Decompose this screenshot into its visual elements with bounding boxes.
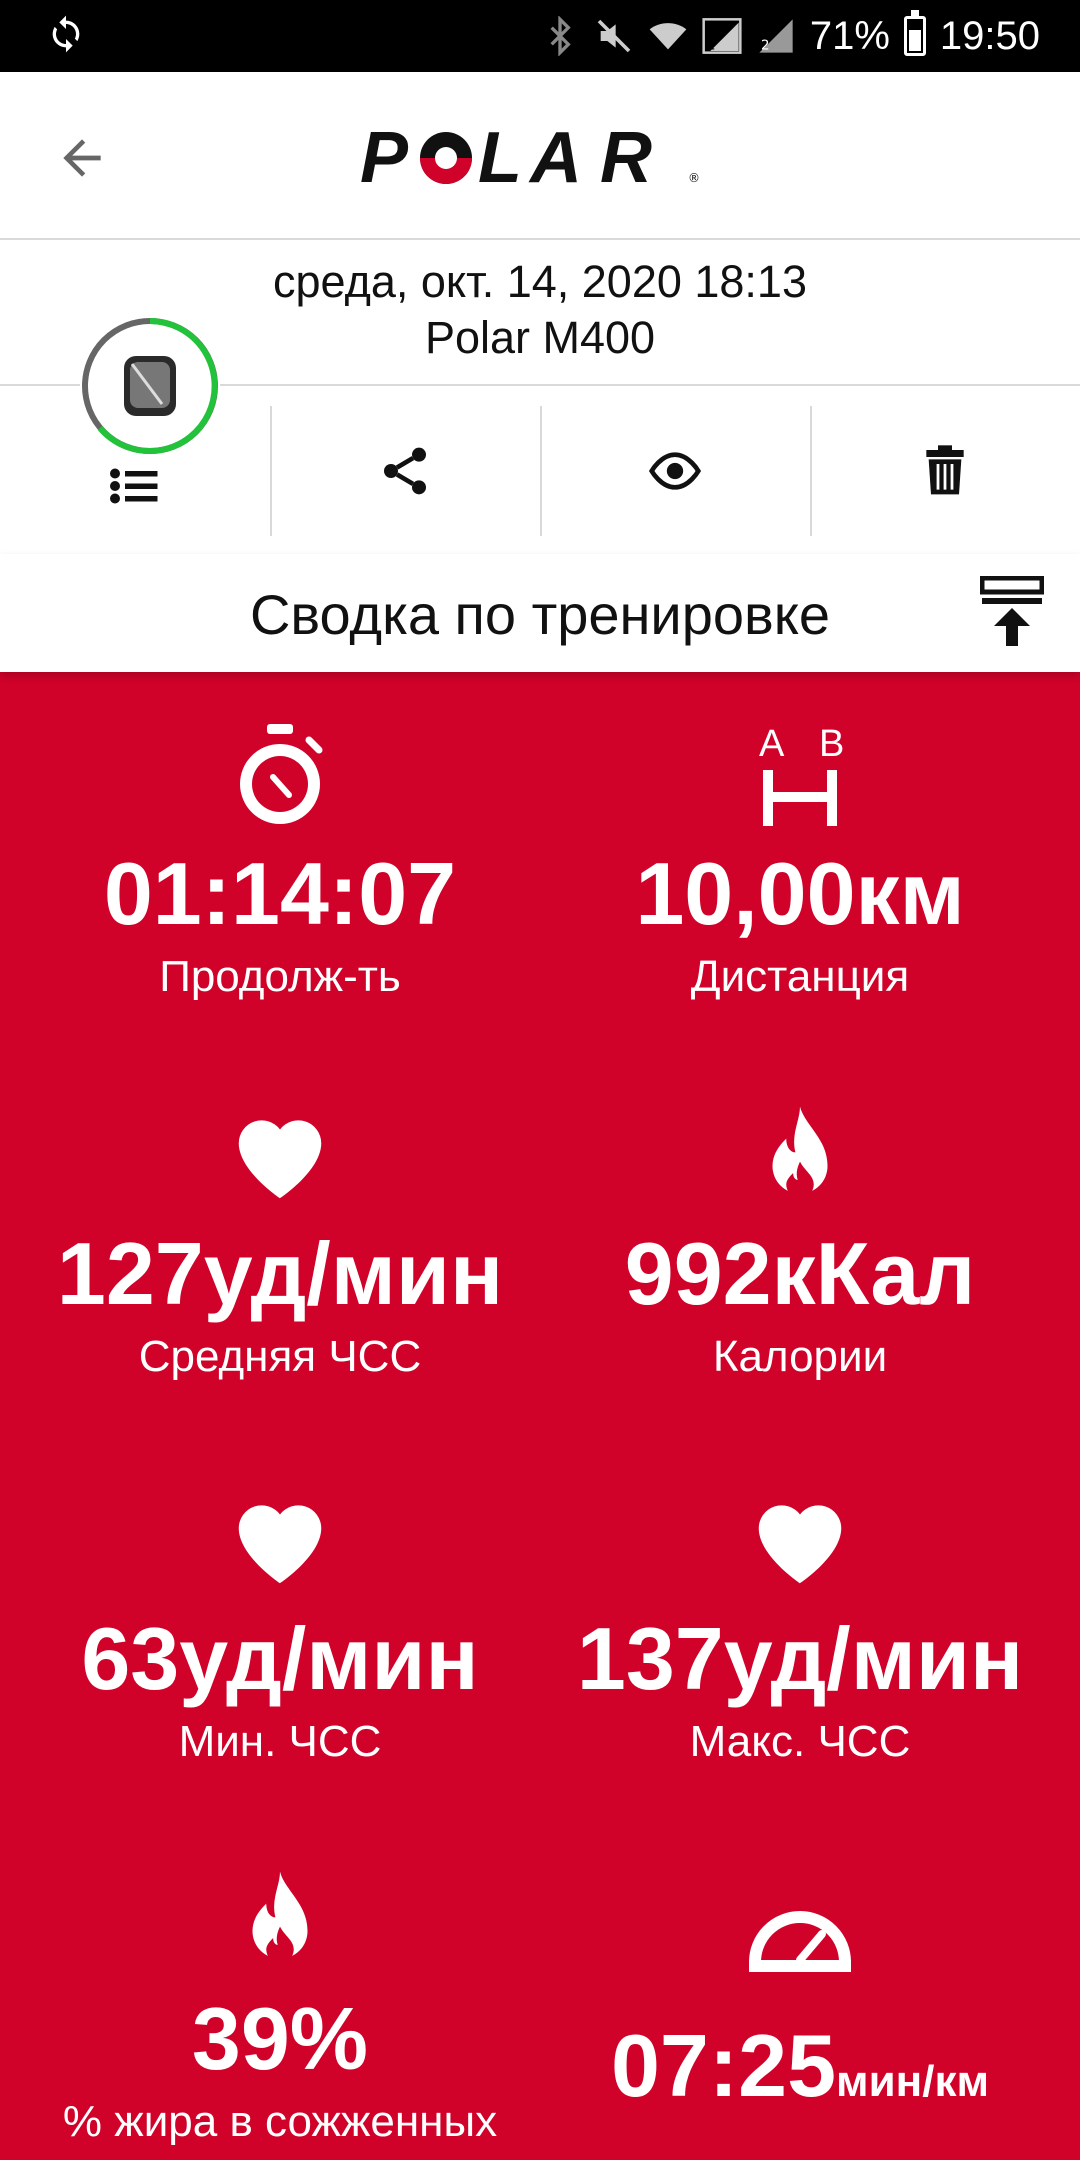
- summary-header: Сводка по тренировке: [0, 554, 1080, 672]
- watch-icon: [124, 356, 176, 416]
- stat-duration: 01:14:07 Продолж-ть: [10, 722, 550, 1002]
- stat-avg-hr: 127уд/мин Средняя ЧСС: [10, 1102, 550, 1382]
- mute-icon: [597, 19, 631, 53]
- flame-icon: [252, 1871, 308, 1964]
- stat-value: 01:14:07: [103, 844, 457, 943]
- pace-unit: мин/км: [836, 2057, 990, 2106]
- svg-text:®: ®: [688, 171, 700, 185]
- stat-label: Макс. ЧСС: [689, 1717, 911, 1766]
- stopwatch-icon: [240, 724, 323, 824]
- flame-icon: [772, 1106, 828, 1199]
- stat-label: Продолж-ть: [159, 952, 401, 1001]
- stat-value: 127уд/мин: [56, 1224, 504, 1323]
- export-icon[interactable]: [980, 576, 1044, 648]
- heart-icon: [758, 1505, 842, 1584]
- svg-text:L: L: [478, 120, 522, 198]
- device-progress-ring: [82, 318, 218, 454]
- bluetooth-icon: [550, 16, 571, 56]
- stat-value: 63уд/мин: [81, 1609, 479, 1708]
- sync-icon: [52, 15, 80, 53]
- stat-calories: 992кКал Калории: [530, 1102, 1070, 1382]
- stats-panel: 01:14:07 Продолж-ть A B 10,00км Дистанци…: [0, 672, 1080, 2160]
- polar-logo: P L A R ®: [360, 120, 700, 198]
- clock: 19:50: [939, 13, 1040, 58]
- distance-icon-letter-b: B: [819, 723, 844, 765]
- list-icon: [110, 468, 158, 504]
- stat-label: Мин. ЧСС: [178, 1717, 382, 1766]
- distance-icon-letter-a: A: [759, 723, 785, 765]
- battery-icon: [903, 10, 926, 56]
- stat-label: Калории: [712, 1332, 888, 1381]
- view-button[interactable]: [540, 406, 810, 536]
- session-date: среда, окт. 14, 2020 18:13: [273, 256, 807, 307]
- share-button[interactable]: [270, 406, 540, 536]
- stat-value: 992кКал: [624, 1224, 976, 1323]
- heart-icon: [238, 1120, 322, 1199]
- delete-button[interactable]: [810, 406, 1080, 536]
- heart-icon: [238, 1505, 322, 1584]
- signal-2-icon: 2: [759, 19, 793, 53]
- app-header: P L A R ®: [0, 72, 1080, 240]
- arrow-left-icon[interactable]: [54, 130, 110, 186]
- stat-distance: A B 10,00км Дистанция: [530, 722, 1070, 1002]
- stat-value: 137уд/мин: [576, 1609, 1024, 1708]
- svg-text:A: A: [528, 120, 582, 198]
- speedometer-icon: [749, 1911, 851, 1972]
- summary-title: Сводка по тренировке: [249, 583, 831, 646]
- stat-label: Средняя ЧСС: [138, 1332, 422, 1381]
- device-avatar[interactable]: [80, 316, 220, 456]
- eye-icon: [648, 452, 702, 490]
- stat-pace: 07:25мин/км: [530, 1882, 1070, 2132]
- stat-value: 10,00км: [635, 844, 965, 943]
- distance-icon: A B: [759, 723, 844, 826]
- pace-value: 07:25: [610, 2016, 837, 2115]
- svg-text:1: 1: [707, 38, 715, 53]
- stat-value: 07:25мин/км: [530, 2016, 1070, 2132]
- trash-icon: [926, 445, 964, 495]
- status-bar: 1 2 71% 19:50: [0, 0, 1080, 72]
- stat-max-hr: 137уд/мин Макс. ЧСС: [530, 1487, 1070, 1767]
- svg-text:2: 2: [761, 38, 769, 53]
- svg-text:R: R: [600, 120, 652, 198]
- svg-text:P: P: [360, 120, 409, 198]
- stat-label: % жира в сожженных: [62, 2097, 498, 2146]
- stat-fat-burn: 39% % жира в сожженных: [10, 1867, 550, 2147]
- stat-label: Дистанция: [690, 952, 910, 1001]
- battery-percent: 71%: [809, 13, 890, 58]
- share-icon: [384, 447, 426, 495]
- stat-value: 39%: [191, 1989, 369, 2088]
- wifi-icon: [649, 23, 687, 50]
- stat-min-hr: 63уд/мин Мин. ЧСС: [10, 1487, 550, 1767]
- signal-1-icon: 1: [702, 18, 742, 54]
